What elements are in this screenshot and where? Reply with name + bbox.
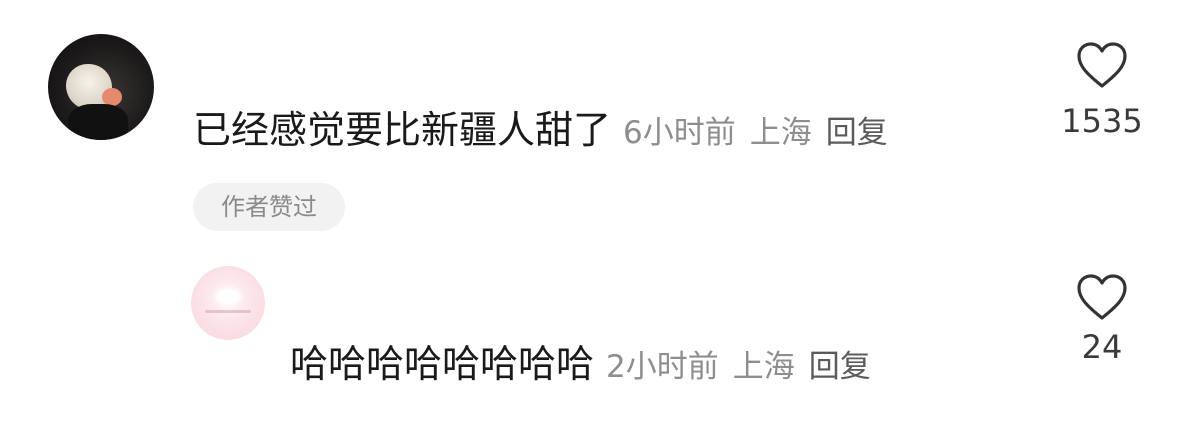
comment-text: 已经感觉要比新疆人甜了 6小时前 上海 回复 [193, 108, 888, 155]
comment-body: 哈哈哈哈哈哈哈哈 [290, 342, 595, 386]
like-button[interactable]: 1535 [1060, 40, 1144, 140]
comment-time: 2小时前 [606, 349, 719, 385]
author-liked-badge: 作者赞过 [193, 183, 345, 231]
comment-text: 哈哈哈哈哈哈哈哈 2小时前 上海 回复 [290, 342, 871, 389]
like-button[interactable]: 24 [1060, 272, 1144, 366]
comment-meta: 6小时前 上海 回复 [623, 115, 888, 151]
comment-body: 已经感觉要比新疆人甜了 [193, 108, 612, 152]
like-count: 24 [1081, 328, 1123, 366]
like-count: 1535 [1061, 102, 1143, 140]
avatar[interactable] [48, 34, 154, 140]
avatar-decoration [205, 310, 251, 313]
heart-outline-icon[interactable] [1075, 272, 1129, 322]
comment-meta: 2小时前 上海 回复 [606, 349, 871, 385]
avatar-flower [217, 290, 239, 304]
reply-button[interactable]: 回复 [809, 349, 871, 385]
avatar-figure-body [68, 104, 128, 140]
comment-location: 上海 [749, 115, 812, 151]
comment-location: 上海 [732, 349, 795, 385]
heart-outline-icon[interactable] [1075, 40, 1129, 90]
reply-button[interactable]: 回复 [826, 115, 888, 151]
comment-time: 6小时前 [623, 115, 736, 151]
avatar[interactable] [191, 266, 265, 340]
